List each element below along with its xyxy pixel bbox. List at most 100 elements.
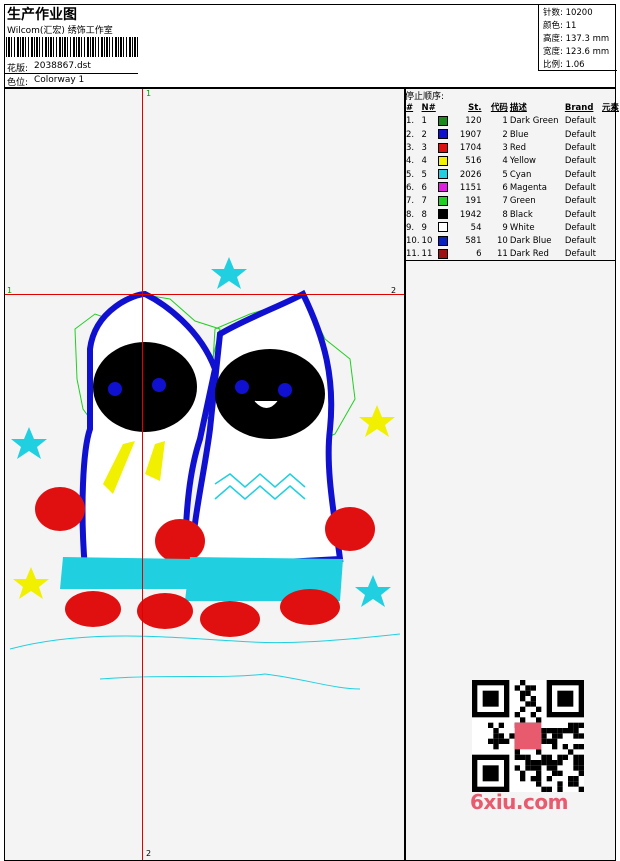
- row-brand: Default: [564, 196, 596, 207]
- row-description: Dark Blue: [509, 236, 552, 247]
- row-stitches: 1942: [459, 209, 482, 220]
- row-element: [601, 195, 620, 208]
- colors-value: 11: [565, 21, 577, 31]
- row-color: [437, 222, 451, 235]
- row-code: 2: [502, 129, 508, 140]
- row-n: 5: [421, 169, 427, 180]
- col-stitches: St.: [468, 103, 482, 114]
- scale-value: 1.06: [565, 60, 585, 70]
- color-swatch: [437, 155, 448, 166]
- row-color: [437, 235, 451, 248]
- col-code: 代码: [490, 103, 508, 114]
- row-element: [601, 115, 620, 128]
- table-row: 10. 10 581 10 Dark Blue Default: [405, 235, 620, 248]
- row-element: [601, 155, 620, 168]
- row-n: 3: [421, 143, 427, 154]
- row-n: 9: [421, 222, 427, 233]
- row-code: 3: [502, 143, 508, 154]
- row-stitches: 516: [465, 156, 482, 167]
- row-element: [601, 208, 620, 221]
- stop-table-end: [405, 260, 616, 261]
- row-stitches: 2026: [459, 169, 482, 180]
- row-brand: Default: [564, 222, 596, 233]
- row-brand: Default: [564, 182, 596, 193]
- row-description: Yellow: [509, 156, 537, 167]
- horizontal-guide: [5, 294, 404, 295]
- qr-code: [472, 680, 584, 792]
- row-description: Black: [509, 209, 533, 220]
- row-index: 5.: [406, 169, 415, 180]
- row-n: 8: [421, 209, 427, 220]
- scale-label: 比例:: [543, 60, 563, 70]
- row-stitches: 581: [465, 236, 482, 247]
- stop-sequence-table: # N# St. 代码 描述 Brand 元素 1. 1 120 1 Dark Gree…: [405, 102, 620, 262]
- table-row: 9. 9 54 9 White Default: [405, 222, 620, 235]
- row-stitches: 1704: [459, 143, 482, 154]
- axis-label-left: 1: [7, 286, 13, 295]
- row-n: 7: [421, 196, 427, 207]
- row-code: 1: [502, 116, 508, 127]
- row-n: 6: [421, 182, 427, 193]
- color-swatch: [437, 222, 448, 233]
- row-color: [437, 129, 451, 142]
- color-swatch: [437, 115, 448, 126]
- row-element: [601, 142, 620, 155]
- table-row: 5. 5 2026 5 Cyan Default: [405, 168, 620, 181]
- height-label: 高度:: [543, 34, 563, 44]
- row-code: 6: [502, 182, 508, 193]
- row-element: [601, 222, 620, 235]
- row-n: 2: [421, 129, 427, 140]
- vertical-guide: [142, 89, 143, 860]
- design-canvas: 1 1 2 2: [4, 88, 405, 861]
- row-brand: Default: [564, 169, 596, 180]
- row-color: [437, 168, 451, 181]
- row-stitches: 191: [465, 196, 482, 207]
- page-title: 生产作业图: [7, 7, 77, 23]
- row-element: [601, 235, 620, 248]
- table-row: 4. 4 516 4 Yellow Default: [405, 155, 620, 168]
- row-index: 3.: [406, 143, 415, 154]
- table-row: 1. 1 120 1 Dark Green Default: [405, 115, 620, 128]
- row-description: Magenta: [509, 182, 547, 193]
- color-swatch: [437, 169, 448, 180]
- height-value: 137.3 mm: [565, 34, 610, 44]
- row-index: 9.: [406, 222, 415, 233]
- col-n: N#: [421, 103, 436, 114]
- color-swatch: [437, 182, 448, 193]
- row-index: 8.: [406, 209, 415, 220]
- row-index: 2.: [406, 129, 415, 140]
- row-code: 8: [502, 209, 508, 220]
- colorway-value: Colorway 1: [34, 75, 85, 85]
- header-divider: [4, 73, 138, 74]
- row-color: [437, 142, 451, 155]
- row-n: 10: [421, 236, 433, 247]
- row-code: 7: [502, 196, 508, 207]
- color-swatch: [437, 142, 448, 153]
- row-stitches: 1907: [459, 129, 482, 140]
- stats-box: 针数: 10200 颜色: 11 高度: 137.3 mm 宽度: 123.6 …: [538, 4, 617, 71]
- table-row: 7. 7 191 7 Green Default: [405, 195, 620, 208]
- row-index: 1.: [406, 116, 415, 127]
- embroidery-design: [9, 257, 401, 690]
- stitches-value: 10200: [565, 8, 593, 18]
- row-n: 1: [421, 116, 427, 127]
- row-code: 5: [502, 169, 508, 180]
- watermark-logo: 6xiu.com: [470, 790, 568, 814]
- row-stitches: 1151: [459, 182, 482, 193]
- row-description: Green: [509, 196, 536, 207]
- row-color: [437, 155, 451, 168]
- row-description: Dark Green: [509, 116, 559, 127]
- axis-label-right: 2: [391, 286, 397, 295]
- row-n: 4: [421, 156, 427, 167]
- table-row: 2. 2 1907 2 Blue Default: [405, 129, 620, 142]
- row-index: 10.: [406, 236, 420, 247]
- row-description: Red: [509, 143, 526, 154]
- row-brand: Default: [564, 129, 596, 140]
- row-brand: Default: [564, 156, 596, 167]
- row-code: 10: [497, 236, 508, 247]
- width-label: 宽度:: [543, 47, 563, 57]
- color-swatch: [437, 195, 448, 206]
- row-index: 7.: [406, 196, 415, 207]
- width-value: 123.6 mm: [565, 47, 610, 57]
- row-stitches: 54: [470, 222, 482, 233]
